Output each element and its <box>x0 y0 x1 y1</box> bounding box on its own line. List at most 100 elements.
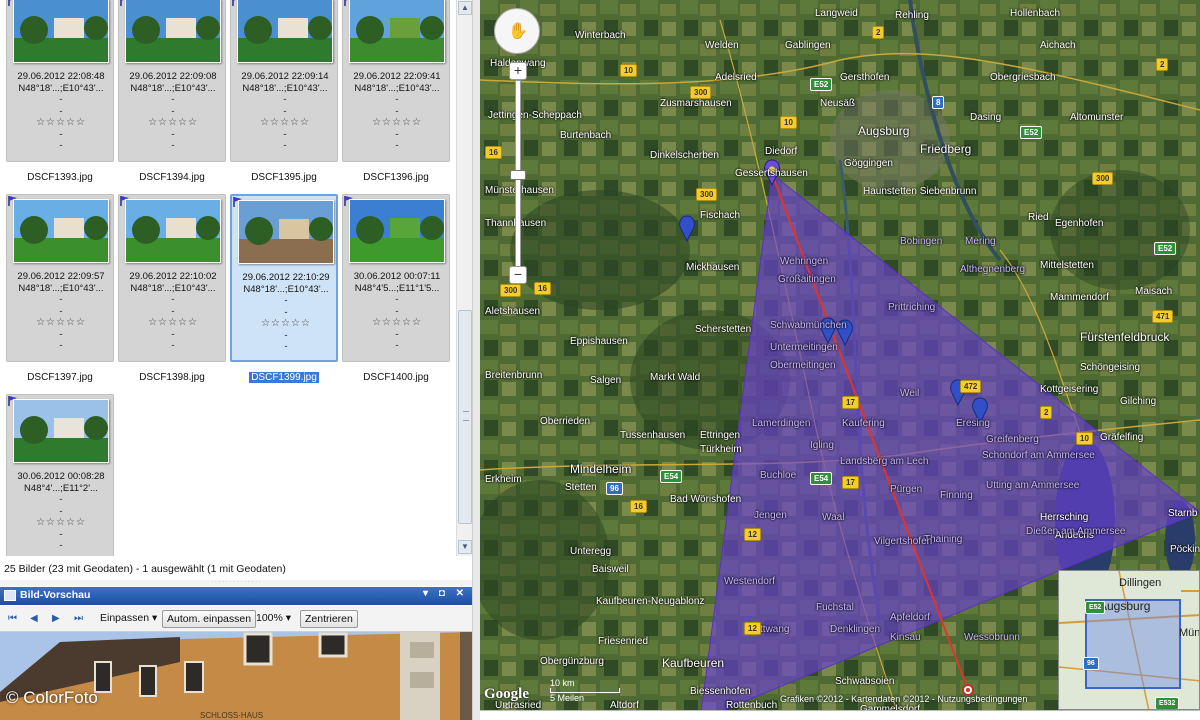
place-label: Altomunster <box>1070 112 1124 123</box>
place-label: Aletshausen <box>485 306 541 317</box>
place-label: Gilching <box>1120 396 1157 407</box>
zoom-slider-handle[interactable] <box>510 170 526 180</box>
placeholder-dash: - <box>284 306 288 318</box>
thumbnail-filename[interactable]: DSCF1395.jpg <box>230 172 338 183</box>
place-label: Pürgen <box>890 484 923 495</box>
place-label: Jettingen-Scheppach <box>488 110 582 121</box>
image-browser-panel: 29.06.2012 22:08:48 N48°18'...;E10°43'...… <box>0 0 478 720</box>
placeholder-dash: - <box>59 505 63 517</box>
place-label: Prittriching <box>888 302 936 313</box>
zoom-in-button[interactable]: + <box>509 62 527 80</box>
pan-control[interactable]: ✋ <box>494 8 540 54</box>
placeholder-dash: - <box>59 305 63 317</box>
thumbnail-image <box>13 199 109 263</box>
place-label: Erkheim <box>485 474 522 485</box>
place-label: Wessobrunn <box>964 632 1020 643</box>
place-label: Dießen am Ammersee <box>1026 526 1126 537</box>
thumbnail-card[interactable]: 29.06.2012 22:09:14 N48°18'...;E10°43'...… <box>230 0 338 162</box>
photo-coords: N48°4'...;E11°2'... <box>24 482 98 494</box>
thumbnail-card[interactable]: 29.06.2012 22:09:08 N48°18'...;E10°43'...… <box>118 0 226 162</box>
scroll-up-button[interactable]: ▲ <box>458 1 472 15</box>
map-view[interactable]: Langweid Rehling Hollenbach Welden Gablingen… <box>480 0 1200 720</box>
place-label: Kinsau <box>890 632 921 643</box>
place-label: Kaufbeuren-Neugablonz <box>596 596 705 607</box>
placeholder-dash: - <box>171 328 175 340</box>
thumbnail-card[interactable]: 30.06.2012 00:08:28 N48°4'...;E11°2'... - -… <box>6 394 114 556</box>
rating-stars[interactable]: ☆☆☆☆☆ <box>7 317 115 329</box>
road-shield: 2 <box>1040 406 1053 419</box>
overview-label-augsburg: Augsburg <box>1099 599 1151 613</box>
chevron-down-icon: ▾ <box>285 612 292 624</box>
first-image-icon[interactable]: ⏮ <box>8 613 20 625</box>
thumbnail-card[interactable]: 29.06.2012 22:09:57 N48°18'...;E10°43'...… <box>6 194 114 362</box>
fit-dropdown[interactable]: Einpassen ▾ <box>96 610 161 628</box>
rating-stars[interactable]: ☆☆☆☆☆ <box>343 117 451 129</box>
last-image-icon[interactable]: ⏭ <box>74 613 86 625</box>
thumbnail-image <box>238 200 334 264</box>
rating-stars[interactable]: ☆☆☆☆☆ <box>119 117 227 129</box>
thumbnail-image <box>349 199 445 263</box>
rating-stars[interactable]: ☆☆☆☆☆ <box>7 117 115 129</box>
previous-image-icon[interactable]: ◀ <box>30 613 42 625</box>
place-label: Starnb <box>1168 508 1198 519</box>
vertical-scrollbar[interactable]: ▲ ▼ <box>456 0 472 556</box>
window-controls[interactable]: ▾ ◘ ✕ <box>423 588 468 599</box>
auto-fit-button[interactable]: Autom. einpassen <box>162 610 257 628</box>
place-label: Utting am Ammersee <box>986 480 1080 491</box>
center-button[interactable]: Zentrieren <box>300 610 358 628</box>
place-label: Untermeitingen <box>770 342 838 353</box>
rating-stars[interactable]: ☆☆☆☆☆ <box>7 517 115 529</box>
place-label: Mammendorf <box>1050 292 1109 303</box>
place-label: Apfeldorf <box>890 612 931 623</box>
scroll-thumb[interactable] <box>458 310 472 524</box>
zoom-dropdown[interactable]: 100% ▾ <box>252 610 295 628</box>
thumbnail-filename[interactable]: DSCF1400.jpg <box>342 372 450 383</box>
rating-stars[interactable]: ☆☆☆☆☆ <box>119 317 227 329</box>
placeholder-dash: - <box>59 340 63 351</box>
thumbnail-filename[interactable]: DSCF1393.jpg <box>6 172 114 183</box>
pane-divider[interactable] <box>472 0 480 720</box>
place-label: Großaitingen <box>778 274 836 285</box>
thumbnail-filename[interactable]: DSCF1394.jpg <box>118 172 226 183</box>
thumbnail-filename[interactable]: DSCF1397.jpg <box>6 372 114 383</box>
place-label: Oberrieden <box>540 416 591 427</box>
next-image-icon[interactable]: ▶ <box>52 613 64 625</box>
placeholder-dash: - <box>284 295 288 306</box>
place-label: Neusäß <box>820 98 856 109</box>
rating-stars[interactable]: ☆☆☆☆☆ <box>231 117 339 129</box>
thumbnail-filename[interactable]: DSCF1398.jpg <box>118 372 226 383</box>
photo-date: 29.06.2012 22:09:41 <box>353 71 441 82</box>
road-shield: 300 <box>500 284 522 297</box>
filename-text: DSCF1393.jpg <box>27 172 93 183</box>
thumbnail-card[interactable]: 29.06.2012 22:08:48 N48°18'...;E10°43'...… <box>6 0 114 162</box>
panel-splitter[interactable]: · · · · · · · · · · · · · · <box>0 579 472 586</box>
map-attribution[interactable]: Grafiken ©2012 - Kartendaten ©2012 - Nut… <box>780 694 1027 704</box>
place-label: Fischach <box>700 210 741 221</box>
thumbnail-filename[interactable]: DSCF1399.jpg <box>230 372 338 383</box>
place-label: Scherstetten <box>695 324 752 335</box>
zoom-out-button[interactable]: − <box>509 266 527 284</box>
photo-coords: N48°18'...;E10°43'... <box>18 82 104 94</box>
thumbnail-meta: 29.06.2012 22:09:14 N48°18'...;E10°43'...… <box>231 71 339 152</box>
road-shield: E54 <box>660 470 683 483</box>
place-label: Langweid <box>815 8 858 19</box>
overview-map[interactable]: Dillingen Augsburg Münc E52 96 E532 <box>1058 570 1200 710</box>
placeholder-dash: - <box>284 341 288 352</box>
place-label: Westendorf <box>724 576 775 587</box>
place-label: Mindelheim <box>570 462 632 476</box>
rating-stars[interactable]: ☆☆☆☆☆ <box>343 317 451 329</box>
thumbnail-meta: 29.06.2012 22:09:08 N48°18'...;E10°43'...… <box>119 71 227 152</box>
colorfoto-watermark: © ColorFoto <box>6 688 98 707</box>
placeholder-dash: - <box>283 140 287 151</box>
thumbnail-card[interactable]: 29.06.2012 22:10:02 N48°18'...;E10°43'...… <box>118 194 226 362</box>
rating-stars[interactable]: ☆☆☆☆☆ <box>232 318 340 330</box>
thumbnail-card[interactable]: 29.06.2012 22:09:41 N48°18'...;E10°43'...… <box>342 0 450 162</box>
thumbnail-card[interactable]: 29.06.2012 22:10:29 N48°18'...;E10°43'...… <box>230 194 338 362</box>
scroll-down-button[interactable]: ▼ <box>458 540 472 554</box>
place-label: Türkheim <box>700 444 742 455</box>
overview-label-munchen: Münc <box>1179 627 1200 639</box>
thumbnail-card[interactable]: 30.06.2012 00:07:11 N48°4'5...;E11°1'5...… <box>342 194 450 362</box>
place-label: Mickhausen <box>686 262 740 273</box>
thumbnail-filename[interactable]: DSCF1396.jpg <box>342 172 450 183</box>
thumbnail-image <box>13 399 109 463</box>
